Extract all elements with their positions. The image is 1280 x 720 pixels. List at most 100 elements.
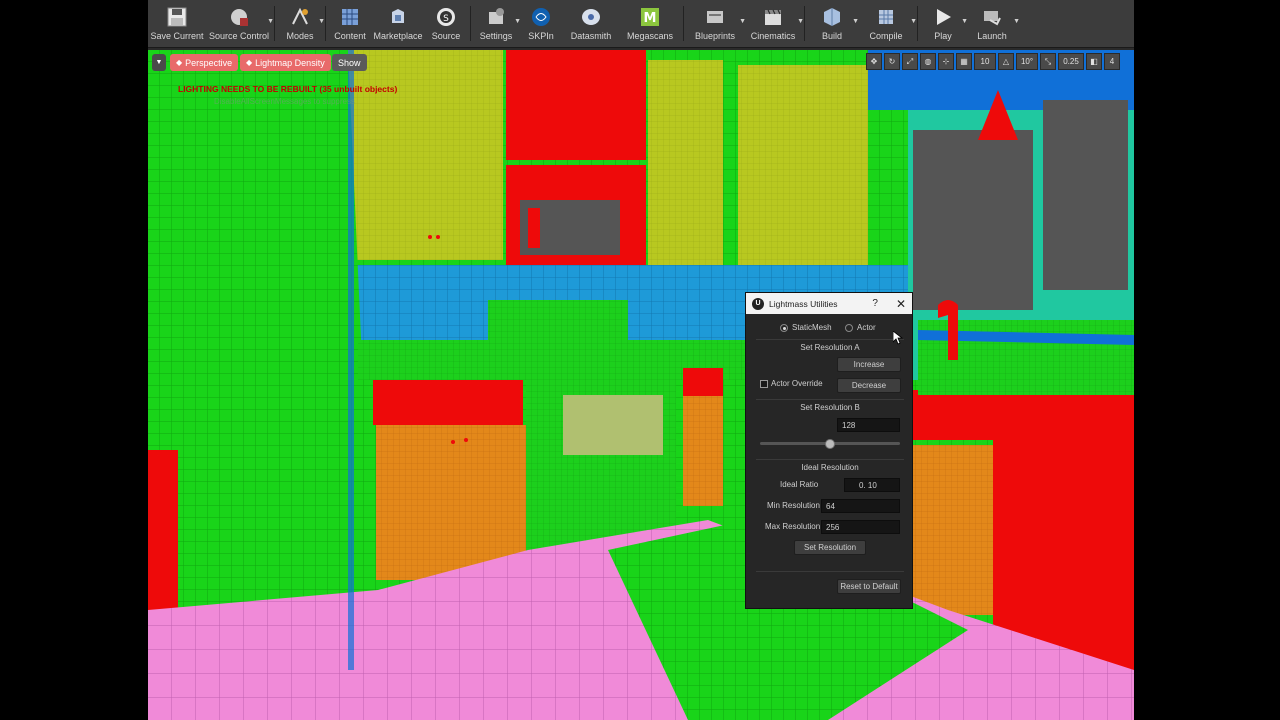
- resolution-b-field[interactable]: 128: [837, 418, 900, 432]
- camera-speed-value[interactable]: 4: [1104, 53, 1120, 70]
- increase-button[interactable]: Increase: [837, 357, 901, 372]
- staticmesh-radio[interactable]: [780, 324, 788, 332]
- marketplace-icon: [386, 5, 410, 29]
- lighting-suppress-hint: DisableAllScreenMessages to suppress: [214, 97, 355, 106]
- source-control-button[interactable]: Source Control ▼: [206, 0, 274, 48]
- lightmass-utilities-dialog: U Lightmass Utilities ? ✕ StaticMesh Act…: [745, 292, 913, 609]
- chevron-down-icon[interactable]: ▼: [1013, 18, 1020, 25]
- show-button[interactable]: Show: [332, 54, 367, 71]
- scale-snap-icon[interactable]: ⤡: [1040, 53, 1056, 70]
- rotate-snap-icon[interactable]: △: [998, 53, 1014, 70]
- content-button[interactable]: Content: [328, 0, 372, 48]
- actor-radio[interactable]: [845, 324, 853, 332]
- set-resolution-button[interactable]: Set Resolution: [794, 540, 866, 555]
- toolbar-divider: [470, 6, 471, 41]
- level-viewport[interactable]: [148, 50, 1134, 720]
- toolbar-divider: [683, 6, 684, 41]
- scale-snap-value[interactable]: 0.25: [1058, 53, 1084, 70]
- min-resolution-field[interactable]: 64: [821, 499, 900, 513]
- viewmode-button[interactable]: ◆ Lightmap Density: [240, 54, 331, 71]
- scale-icon[interactable]: ⤢: [902, 53, 918, 70]
- divider: [756, 571, 904, 572]
- set-resolution-b-title: Set Resolution B: [800, 403, 860, 412]
- modes-icon: [288, 5, 312, 29]
- save-current-label: Save Current: [150, 31, 204, 41]
- help-button[interactable]: ?: [872, 298, 878, 309]
- grid-snap-value[interactable]: 10: [974, 53, 996, 70]
- viewport-options-button[interactable]: ▼: [152, 54, 166, 71]
- lighting-rebuild-warning: LIGHTING NEEDS TO BE REBUILT (35 unbuilt…: [178, 84, 398, 94]
- launch-icon: [980, 5, 1004, 29]
- marketplace-button[interactable]: Marketplace: [372, 0, 424, 48]
- translate-icon[interactable]: ✥: [866, 53, 882, 70]
- set-resolution-a-title: Set Resolution A: [800, 343, 860, 352]
- ideal-ratio-label: Ideal Ratio: [780, 480, 819, 489]
- world-space-icon[interactable]: ◍: [920, 53, 936, 70]
- play-label: Play: [934, 31, 952, 41]
- settings-button[interactable]: Settings ▼: [473, 0, 521, 48]
- unreal-logo-icon: U: [752, 297, 764, 310]
- unreal-editor-window: Save Current Source Control ▼ Modes ▼ Co…: [148, 0, 1134, 720]
- datasmith-label: Datasmith: [570, 31, 612, 41]
- play-button[interactable]: Play ▼: [920, 0, 968, 48]
- blueprints-label: Blueprints: [694, 31, 736, 41]
- skpin-icon: [529, 5, 553, 29]
- clapperboard-icon: [761, 5, 785, 29]
- settings-label: Settings: [479, 31, 513, 41]
- datasmith-button[interactable]: Datasmith: [563, 0, 619, 48]
- chevron-down-icon[interactable]: ▼: [910, 18, 917, 25]
- megascans-button[interactable]: M Megascans: [619, 0, 681, 48]
- main-toolbar: Save Current Source Control ▼ Modes ▼ Co…: [148, 0, 1134, 48]
- show-label: Show: [338, 57, 361, 68]
- rotate-icon[interactable]: ↻: [884, 53, 900, 70]
- surface-snap-icon[interactable]: ⊹: [938, 53, 954, 70]
- source-button[interactable]: S Source: [424, 0, 468, 48]
- launch-label: Launch: [977, 31, 1007, 41]
- divider: [756, 339, 904, 340]
- compile-label: Compile: [869, 31, 903, 41]
- toolbar-divider: [917, 6, 918, 41]
- cinematics-button[interactable]: Cinematics ▼: [744, 0, 804, 48]
- toolbar-divider: [325, 6, 326, 41]
- ideal-resolution-title: Ideal Resolution: [801, 463, 859, 472]
- settings-icon: [484, 5, 508, 29]
- min-resolution-label: Min Resolution: [767, 501, 820, 510]
- grid-snap-icon[interactable]: ▦: [956, 53, 972, 70]
- actor-override-checkbox[interactable]: [760, 380, 768, 388]
- chevron-down-icon[interactable]: ▼: [318, 18, 325, 25]
- build-button[interactable]: Build ▼: [807, 0, 859, 48]
- save-icon: [165, 5, 189, 29]
- reset-to-default-button[interactable]: Reset to Default: [837, 579, 901, 594]
- divider: [756, 399, 904, 400]
- compile-icon: [874, 5, 898, 29]
- launch-button[interactable]: Launch ▼: [966, 0, 1020, 48]
- perspective-label: Perspective: [185, 57, 233, 68]
- divider: [756, 459, 904, 460]
- chevron-down-icon: ▼: [155, 59, 163, 66]
- resolution-slider-knob[interactable]: [825, 439, 835, 449]
- perspective-button[interactable]: ◆ Perspective: [170, 54, 239, 71]
- toolbar-divider: [274, 6, 275, 41]
- max-resolution-field[interactable]: 256: [821, 520, 900, 534]
- chevron-down-icon[interactable]: ▼: [797, 18, 804, 25]
- camera-speed-icon[interactable]: ◧: [1086, 53, 1102, 70]
- blueprints-button[interactable]: Blueprints ▼: [686, 0, 746, 48]
- build-icon: [820, 5, 844, 29]
- compile-button[interactable]: Compile ▼: [857, 0, 917, 48]
- save-current-button[interactable]: Save Current: [148, 0, 206, 48]
- cinematics-label: Cinematics: [750, 31, 796, 41]
- skpin-label: SKPIn: [528, 31, 554, 41]
- chevron-down-icon[interactable]: ▼: [267, 18, 274, 25]
- build-label: Build: [821, 31, 842, 41]
- modes-label: Modes: [286, 31, 314, 41]
- close-button[interactable]: ✕: [896, 297, 906, 311]
- skpin-button[interactable]: SKPIn: [519, 0, 563, 48]
- dialog-titlebar[interactable]: U Lightmass Utilities ? ✕: [746, 293, 912, 314]
- mouse-cursor-icon: [893, 331, 903, 345]
- decrease-button[interactable]: Decrease: [837, 378, 901, 393]
- modes-button[interactable]: Modes ▼: [277, 0, 325, 48]
- rotate-snap-value[interactable]: 10°: [1016, 53, 1038, 70]
- source-icon: S: [434, 5, 458, 29]
- ideal-ratio-field[interactable]: 0. 10: [844, 478, 900, 492]
- content-label: Content: [334, 31, 366, 41]
